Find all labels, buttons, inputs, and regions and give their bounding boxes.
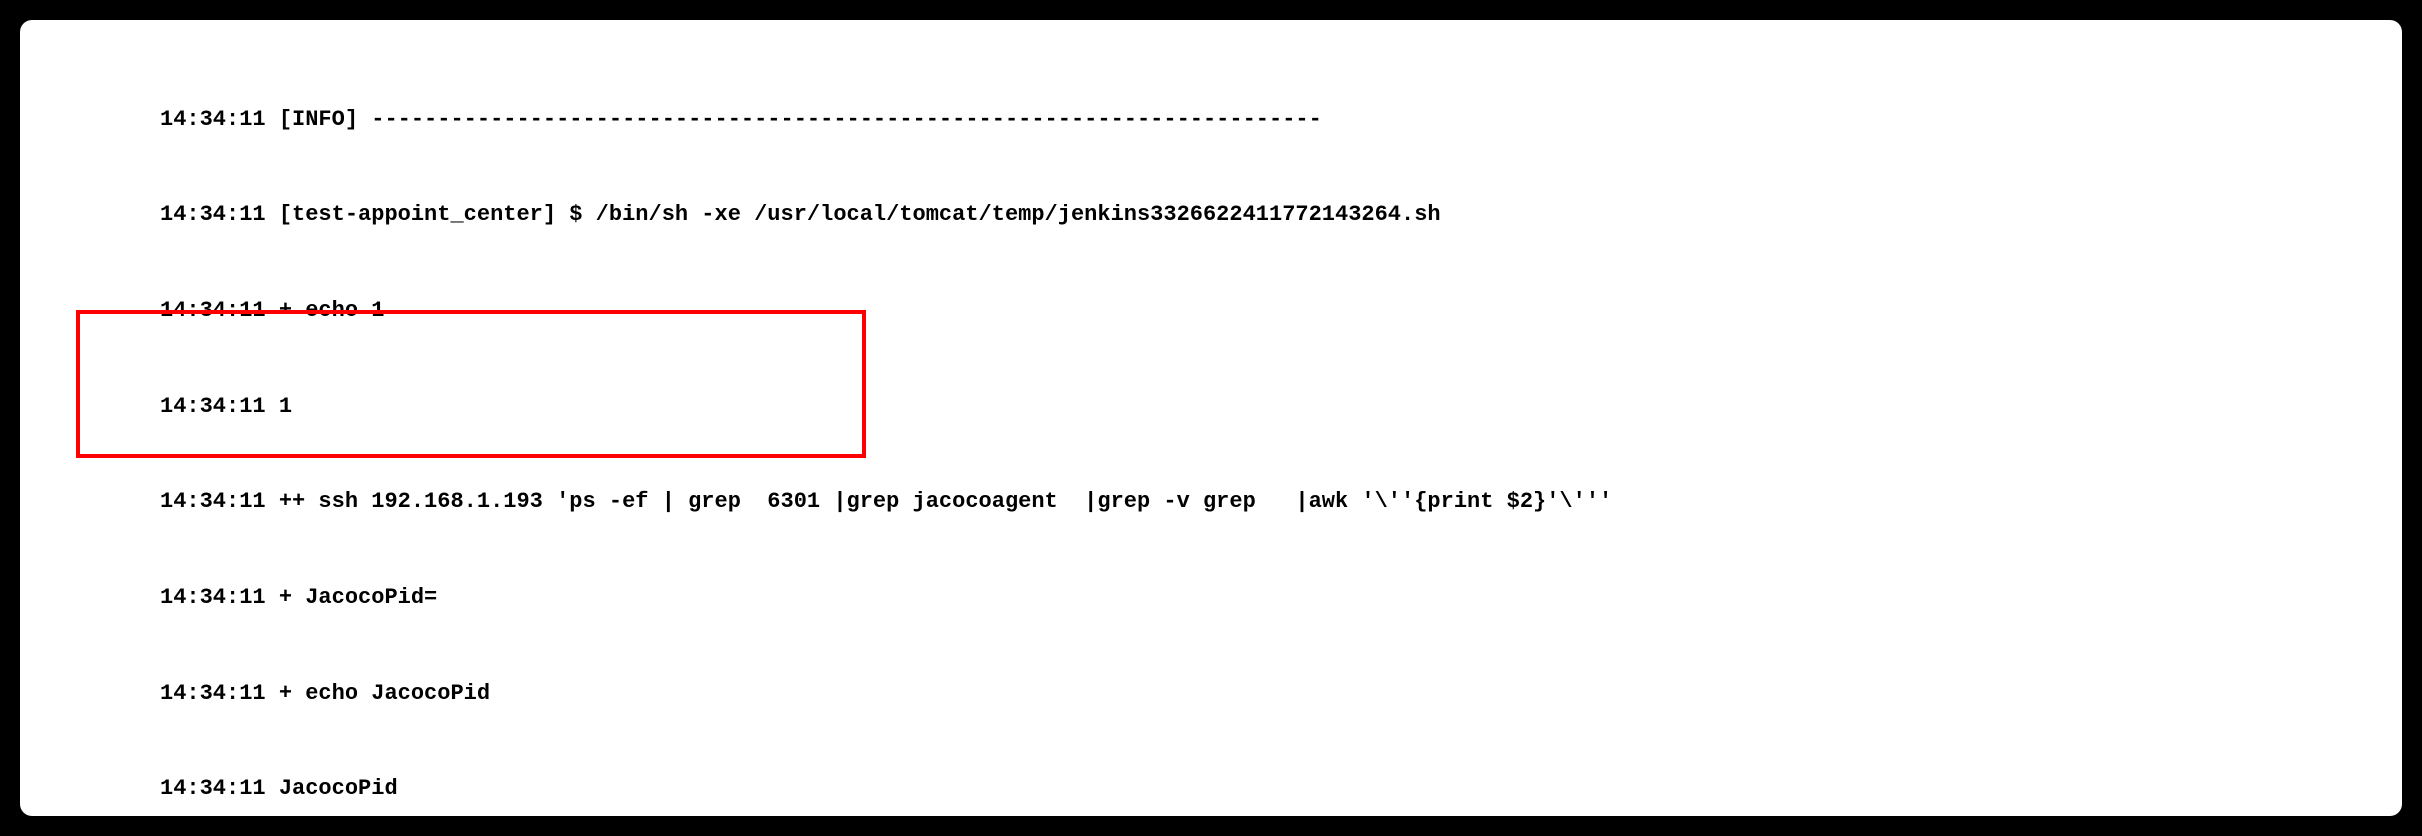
log-line: 14:34:11 [INFO] ------------------------… [160,104,2402,136]
log-text: ++ ssh 192.168.1.193 'ps -ef | grep 6301… [279,489,1612,514]
console-output[interactable]: 14:34:11 [INFO] ------------------------… [20,40,2402,816]
log-text: JacocoPid [279,776,398,801]
timestamp: 14:34:11 [160,776,266,801]
timestamp: 14:34:11 [160,681,266,706]
timestamp: 14:34:11 [160,298,266,323]
timestamp: 14:34:11 [160,202,266,227]
terminal-window: 14:34:11 [INFO] ------------------------… [20,20,2402,816]
log-text: + echo JacocoPid [279,681,490,706]
log-text: [test-appoint_center] $ /bin/sh -xe /usr… [279,202,1441,227]
log-line: 14:34:11 + echo JacocoPid [160,678,2402,710]
log-line: 14:34:11 1 [160,391,2402,423]
timestamp: 14:34:11 [160,489,266,514]
timestamp: 14:34:11 [160,394,266,419]
log-line: 14:34:11 JacocoPid [160,773,2402,805]
timestamp: 14:34:11 [160,585,266,610]
log-text: [INFO] ---------------------------------… [279,107,1322,132]
timestamp: 14:34:11 [160,107,266,132]
log-text: + JacocoPid= [279,585,437,610]
log-text: 1 [279,394,292,419]
log-line: 14:34:11 + echo 1 [160,295,2402,327]
log-line: 14:34:11 + JacocoPid= [160,582,2402,614]
log-line: 14:34:11 [test-appoint_center] $ /bin/sh… [160,199,2402,231]
log-text: + echo 1 [279,298,385,323]
log-line: 14:34:11 ++ ssh 192.168.1.193 'ps -ef | … [160,486,2402,518]
